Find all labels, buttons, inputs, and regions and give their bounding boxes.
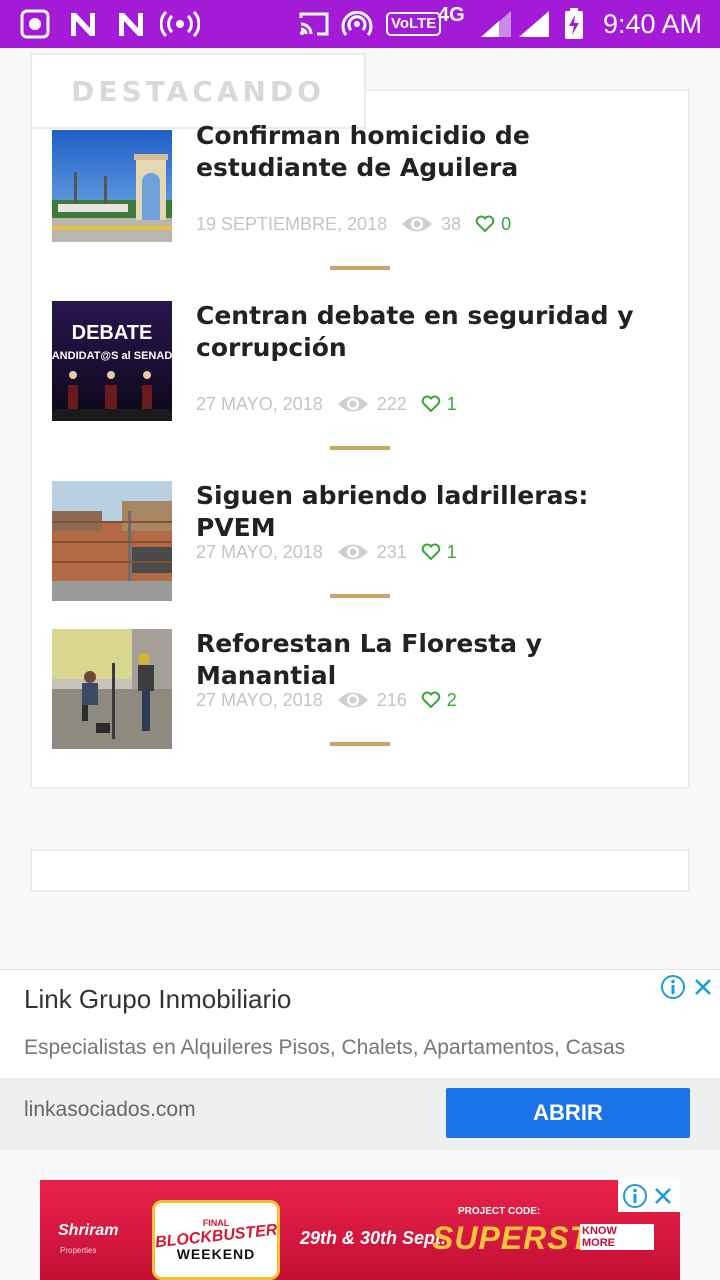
heart-icon (421, 395, 441, 413)
banner-ad[interactable]: Shriram Properties FINAL BLOCKBUSTER WEE… (40, 1180, 680, 1280)
text-ad[interactable]: Link Grupo Inmobiliario Especialistas en… (0, 969, 720, 1150)
news-meta: 27 MAYO, 2018 222 1 (196, 389, 457, 419)
item-divider (330, 742, 390, 746)
ad-open-button[interactable]: ABRIR (446, 1088, 690, 1138)
news-date: 27 MAYO, 2018 (196, 689, 323, 710)
ad-description: Especialistas en Alquileres Pisos, Chale… (24, 1036, 626, 1059)
eye-icon (337, 393, 369, 415)
news-date: 19 SEPTIEMBRE, 2018 (196, 213, 388, 234)
clock: 9:40 AM (602, 9, 702, 39)
like-count: 1 (446, 393, 457, 414)
eye-icon (337, 541, 369, 563)
item-divider (330, 594, 390, 598)
like-button[interactable]: 1 (421, 542, 457, 563)
volte-indicator: VoLTE (386, 12, 442, 36)
section-tab[interactable]: DESTACANDO (30, 53, 366, 129)
banner-cta-button[interactable]: KNOW MORE (580, 1224, 654, 1250)
item-divider (330, 446, 390, 450)
hotspot-icon (340, 8, 374, 40)
heart-icon (475, 215, 495, 233)
news-thumbnail[interactable] (52, 481, 172, 601)
news-thumbnail[interactable] (52, 629, 172, 749)
news-date: 27 MAYO, 2018 (196, 541, 323, 562)
status-bar: VoLTE 4G 9:40 AM (0, 0, 720, 48)
eye-icon (401, 213, 433, 235)
news-title[interactable]: Centran debate en seguridad y corrupción (196, 300, 672, 364)
news-thumbnail[interactable] (52, 130, 172, 250)
heart-icon (421, 691, 441, 709)
ad-domain[interactable]: linkasociados.com (24, 1098, 196, 1122)
eye-icon (337, 689, 369, 711)
hotspot-broadcast-icon (160, 8, 200, 40)
cast-icon (296, 8, 332, 40)
heart-icon (421, 543, 441, 561)
banner-brand-sub: Properties (60, 1246, 97, 1255)
news-meta: 27 MAYO, 2018 216 2 (196, 685, 457, 715)
banner-controls (618, 1180, 680, 1212)
like-button[interactable]: 2 (421, 690, 457, 711)
view-count: 38 (441, 213, 462, 234)
ad-title[interactable]: Link Grupo Inmobiliario (24, 984, 291, 1015)
network-type-label: 4G (438, 3, 465, 26)
signal-icon-sim2 (516, 8, 552, 40)
banner-close-icon[interactable] (652, 1185, 674, 1207)
banner-info-icon[interactable] (622, 1183, 648, 1209)
n-notification-icon (66, 8, 100, 40)
news-meta: 19 SEPTIEMBRE, 2018 38 0 (196, 209, 511, 239)
thumb-text-candidates: ANDIDAT@S al SENAD (52, 350, 172, 362)
ad-close-icon[interactable] (692, 976, 714, 998)
signal-icon-sim1 (478, 8, 514, 40)
view-count: 231 (376, 541, 407, 562)
n-notification-icon-2 (114, 8, 148, 40)
banner-brand: Shriram (58, 1222, 119, 1239)
like-count: 2 (446, 689, 457, 710)
view-count: 222 (376, 393, 407, 414)
news-thumbnail[interactable]: DEBATE ANDIDAT@S al SENAD (52, 301, 172, 421)
news-meta: 27 MAYO, 2018 231 1 (196, 537, 457, 567)
banner-badge: FINAL BLOCKBUSTER WEEKEND (152, 1200, 280, 1280)
news-title[interactable]: Siguen abriendo ladrilleras: PVEM (196, 480, 672, 544)
thumb-text-debate: DEBATE (72, 322, 153, 344)
news-date: 27 MAYO, 2018 (196, 393, 323, 414)
battery-charging-icon (562, 8, 586, 40)
like-count: 1 (446, 541, 457, 562)
item-divider (330, 266, 390, 270)
ad-footer: linkasociados.com ABRIR (0, 1078, 720, 1150)
like-count: 0 (501, 213, 512, 234)
like-button[interactable]: 1 (421, 394, 457, 415)
view-count: 216 (376, 689, 407, 710)
ad-info-icon[interactable] (660, 974, 686, 1000)
screen-record-icon (18, 8, 52, 40)
news-title[interactable]: Reforestan La Floresta y Manantial (196, 628, 672, 692)
empty-widget (30, 849, 690, 892)
section-heading: DESTACANDO (71, 74, 325, 108)
news-title[interactable]: Confirman homicidio de estudiante de Agu… (196, 120, 672, 184)
banner-dates: 29th & 30th Sept. (300, 1228, 447, 1248)
banner-code-label: PROJECT CODE: (458, 1206, 541, 1217)
like-button[interactable]: 0 (475, 214, 511, 235)
